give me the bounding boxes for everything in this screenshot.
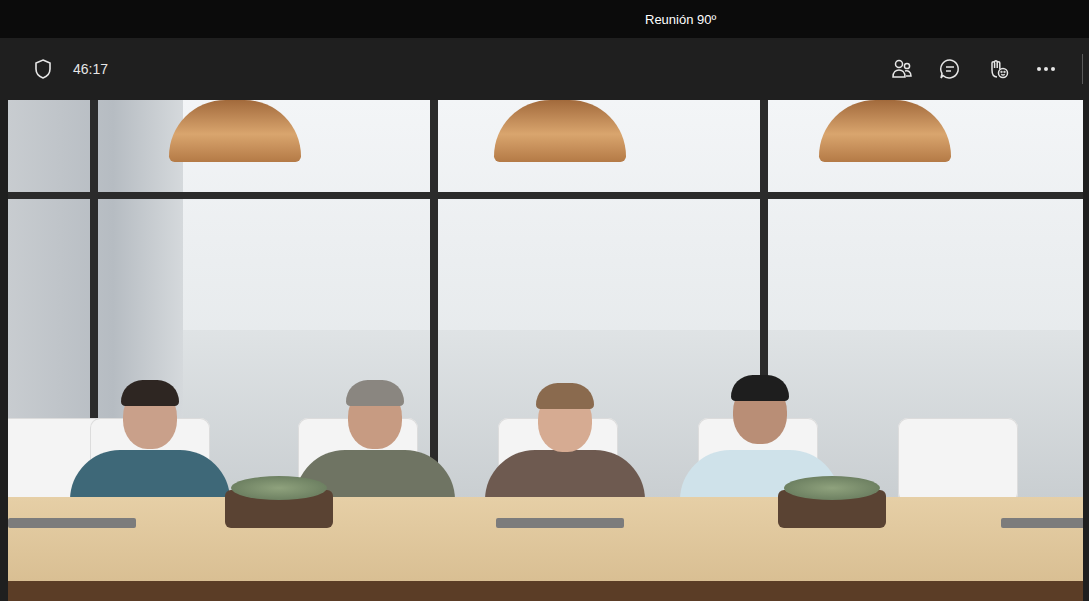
meeting-title: Reunión 90º [645, 12, 716, 27]
shield-icon[interactable] [27, 53, 59, 85]
lamp [494, 100, 626, 162]
people-icon[interactable] [886, 53, 918, 85]
more-options-icon[interactable] [1030, 53, 1062, 85]
lamp [819, 100, 951, 162]
chat-icon[interactable] [934, 53, 966, 85]
meeting-toolbar: 46:17 [0, 38, 1089, 100]
together-mode-video [8, 100, 1083, 601]
meeting-timer: 46:17 [73, 61, 108, 77]
reactions-icon[interactable] [982, 53, 1014, 85]
meeting-table [8, 497, 1083, 581]
lamp [169, 100, 301, 162]
video-stage [0, 100, 1089, 601]
title-bar: Reunión 90º [0, 0, 1089, 38]
